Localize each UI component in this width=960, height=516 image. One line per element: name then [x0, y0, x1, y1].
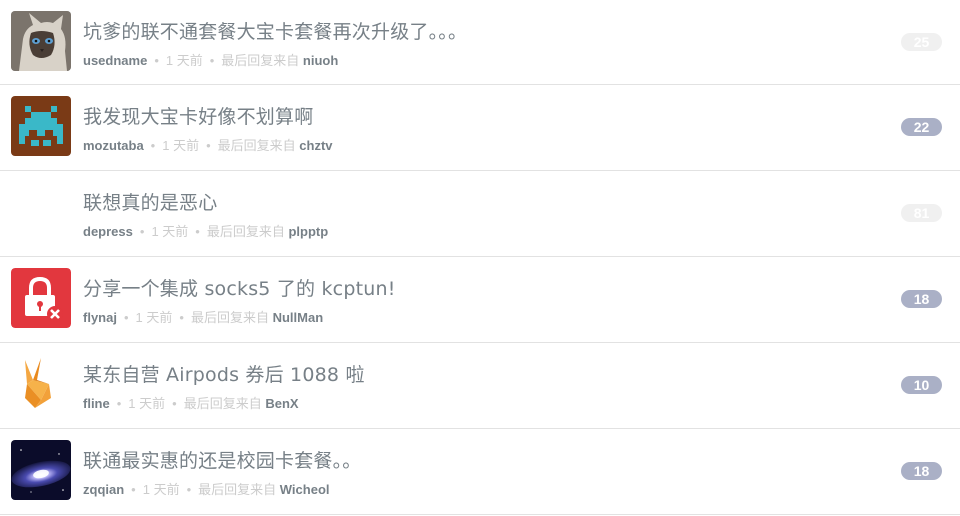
topic-title[interactable]: 分享一个集成 socks5 了的 kcptun! — [83, 274, 396, 301]
last-reply-label: 最后回复来自 — [206, 224, 285, 239]
last-reply-user-link[interactable]: niuoh — [303, 53, 338, 68]
separator-dot: • — [179, 310, 184, 325]
topic-meta: mozutaba • 1 天前 • 最后回复来自 chztv — [83, 135, 333, 154]
separator-dot: • — [139, 224, 145, 239]
topic-title[interactable]: 坑爹的联不通套餐大宝卡套餐再次升级了。。。 — [83, 17, 467, 44]
topic-row: 坑爹的联不通套餐大宝卡套餐再次升级了。。。 usedname • 1 天前 • 最后回复… — [0, 0, 960, 85]
topic-list: 坑爹的联不通套餐大宝卡套餐再次升级了。。。 usedname • 1 天前 • 最后回复… — [0, 0, 960, 515]
topic-title[interactable]: 某东自营 Airpods 券后 1088 啦 — [83, 360, 365, 387]
last-reply-label: 最后回复来自 — [198, 482, 277, 497]
reply-count-badge[interactable]: 10 — [901, 376, 942, 394]
separator-dot: • — [150, 138, 156, 153]
separator-dot: • — [195, 224, 200, 239]
author-link[interactable]: mozutaba — [83, 138, 144, 153]
last-reply-user-link[interactable]: Wicheol — [280, 482, 330, 497]
author-link[interactable]: usedname — [83, 53, 147, 68]
reply-count-badge[interactable]: 22 — [901, 118, 942, 136]
topic-row: 联想真的是恶心 depress • 1 天前 • 最后回复来自 plpptp 81 — [0, 171, 960, 257]
separator-dot: • — [116, 396, 122, 411]
author-link[interactable]: zqqian — [83, 482, 124, 497]
last-reply-label: 最后回复来自 — [183, 396, 262, 411]
last-reply-user-link[interactable]: chztv — [299, 138, 332, 153]
blank-avatar[interactable] — [11, 182, 71, 242]
separator-dot: • — [154, 53, 159, 68]
topic-meta: depress • 1 天前 • 最后回复来自 plpptp — [83, 221, 328, 240]
topic-time: 1 天前 — [151, 224, 189, 239]
author-link[interactable]: fline — [83, 396, 110, 411]
topic-time: 1 天前 — [128, 396, 166, 411]
last-reply-user-link[interactable]: BenX — [265, 396, 298, 411]
topic-row: 联通最实惠的还是校园卡套餐。。 zqqian • 1 天前 • 最后回复来自 Wiche… — [0, 429, 960, 515]
topic-meta: flynaj • 1 天前 • 最后回复来自 NullMan — [83, 307, 323, 326]
topic-row: 分享一个集成 socks5 了的 kcptun! flynaj • 1 天前 • 最后回… — [0, 257, 960, 343]
topic-row: 我发现大宝卡好像不划算啊 mozutaba • 1 天前 • 最后回复来自 chztv … — [0, 85, 960, 171]
topic-meta: fline • 1 天前 • 最后回复来自 BenX — [83, 393, 299, 412]
separator-dot: • — [186, 482, 192, 497]
topic-time: 1 天前 — [135, 310, 173, 325]
separator-dot: • — [209, 53, 215, 68]
galaxy-avatar[interactable] — [11, 440, 71, 500]
last-reply-user-link[interactable]: NullMan — [273, 310, 324, 325]
cat-avatar[interactable] — [11, 11, 71, 71]
author-link[interactable]: depress — [83, 224, 133, 239]
last-reply-label: 最后回复来自 — [190, 310, 269, 325]
origami-rabbit-avatar[interactable] — [11, 354, 71, 414]
red-lock-avatar[interactable] — [11, 268, 71, 328]
topic-time: 1 天前 — [165, 53, 203, 68]
reply-count-badge[interactable]: 25 — [901, 33, 942, 51]
topic-title[interactable]: 联通最实惠的还是校园卡套餐。。 — [83, 446, 362, 473]
space-invader-avatar[interactable] — [11, 96, 71, 156]
last-reply-user-link[interactable]: plpptp — [288, 224, 328, 239]
topic-meta: usedname • 1 天前 • 最后回复来自 niuoh — [83, 50, 338, 69]
reply-count-badge[interactable]: 18 — [901, 290, 942, 308]
separator-dot: • — [172, 396, 177, 411]
topic-meta: zqqian • 1 天前 • 最后回复来自 Wicheol — [83, 479, 330, 498]
topic-time: 1 天前 — [162, 138, 200, 153]
author-link[interactable]: flynaj — [83, 310, 117, 325]
topic-time: 1 天前 — [142, 482, 180, 497]
topic-title[interactable]: 联想真的是恶心 — [83, 188, 217, 215]
topic-row: 某东自营 Airpods 券后 1088 啦 fline • 1 天前 • 最后回复来自… — [0, 343, 960, 429]
reply-count-badge[interactable]: 18 — [901, 462, 942, 480]
separator-dot: • — [123, 310, 129, 325]
last-reply-label: 最后回复来自 — [221, 53, 300, 68]
last-reply-label: 最后回复来自 — [217, 138, 296, 153]
separator-dot: • — [206, 138, 211, 153]
topic-title[interactable]: 我发现大宝卡好像不划算啊 — [83, 102, 313, 129]
reply-count-badge[interactable]: 81 — [901, 204, 942, 222]
separator-dot: • — [131, 482, 136, 497]
